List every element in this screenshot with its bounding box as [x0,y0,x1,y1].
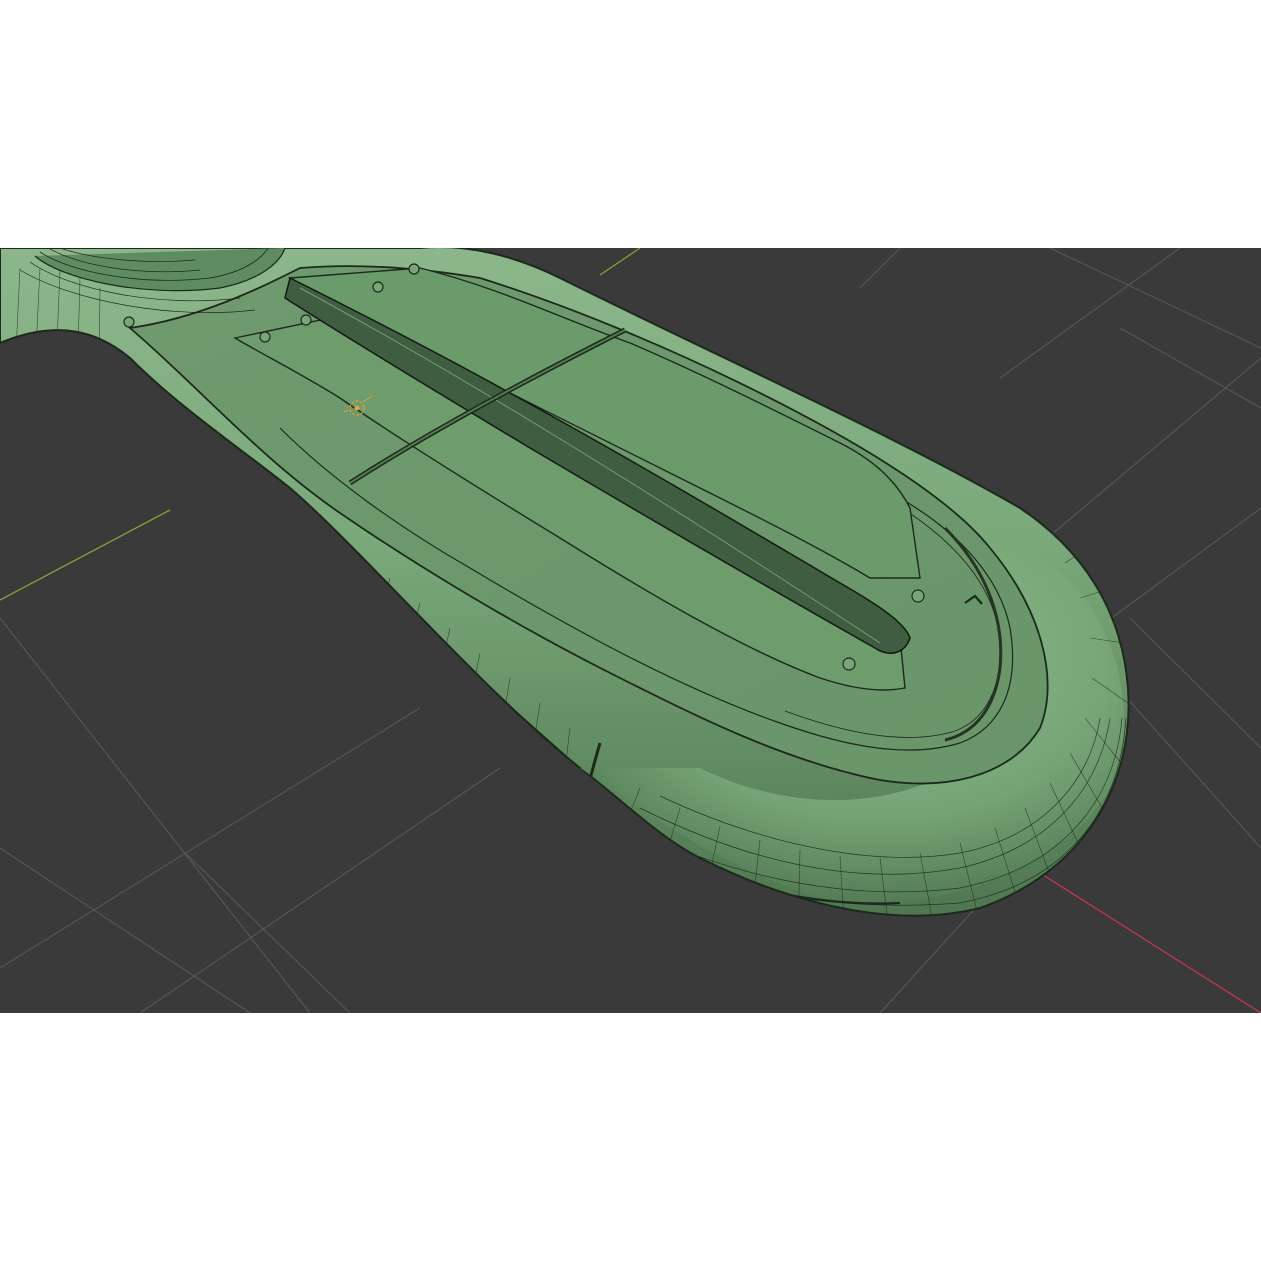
bolt [842,657,856,671]
y-axis-line [0,509,171,601]
bolt [300,314,312,326]
bolt [123,316,135,328]
y-axis-line-far [599,248,641,276]
bolt [911,589,925,603]
bolt [372,281,384,293]
bolt [259,331,271,343]
3d-viewport[interactable] [0,248,1261,1013]
x-axis-line [1039,872,1261,1013]
bolt [408,263,420,275]
